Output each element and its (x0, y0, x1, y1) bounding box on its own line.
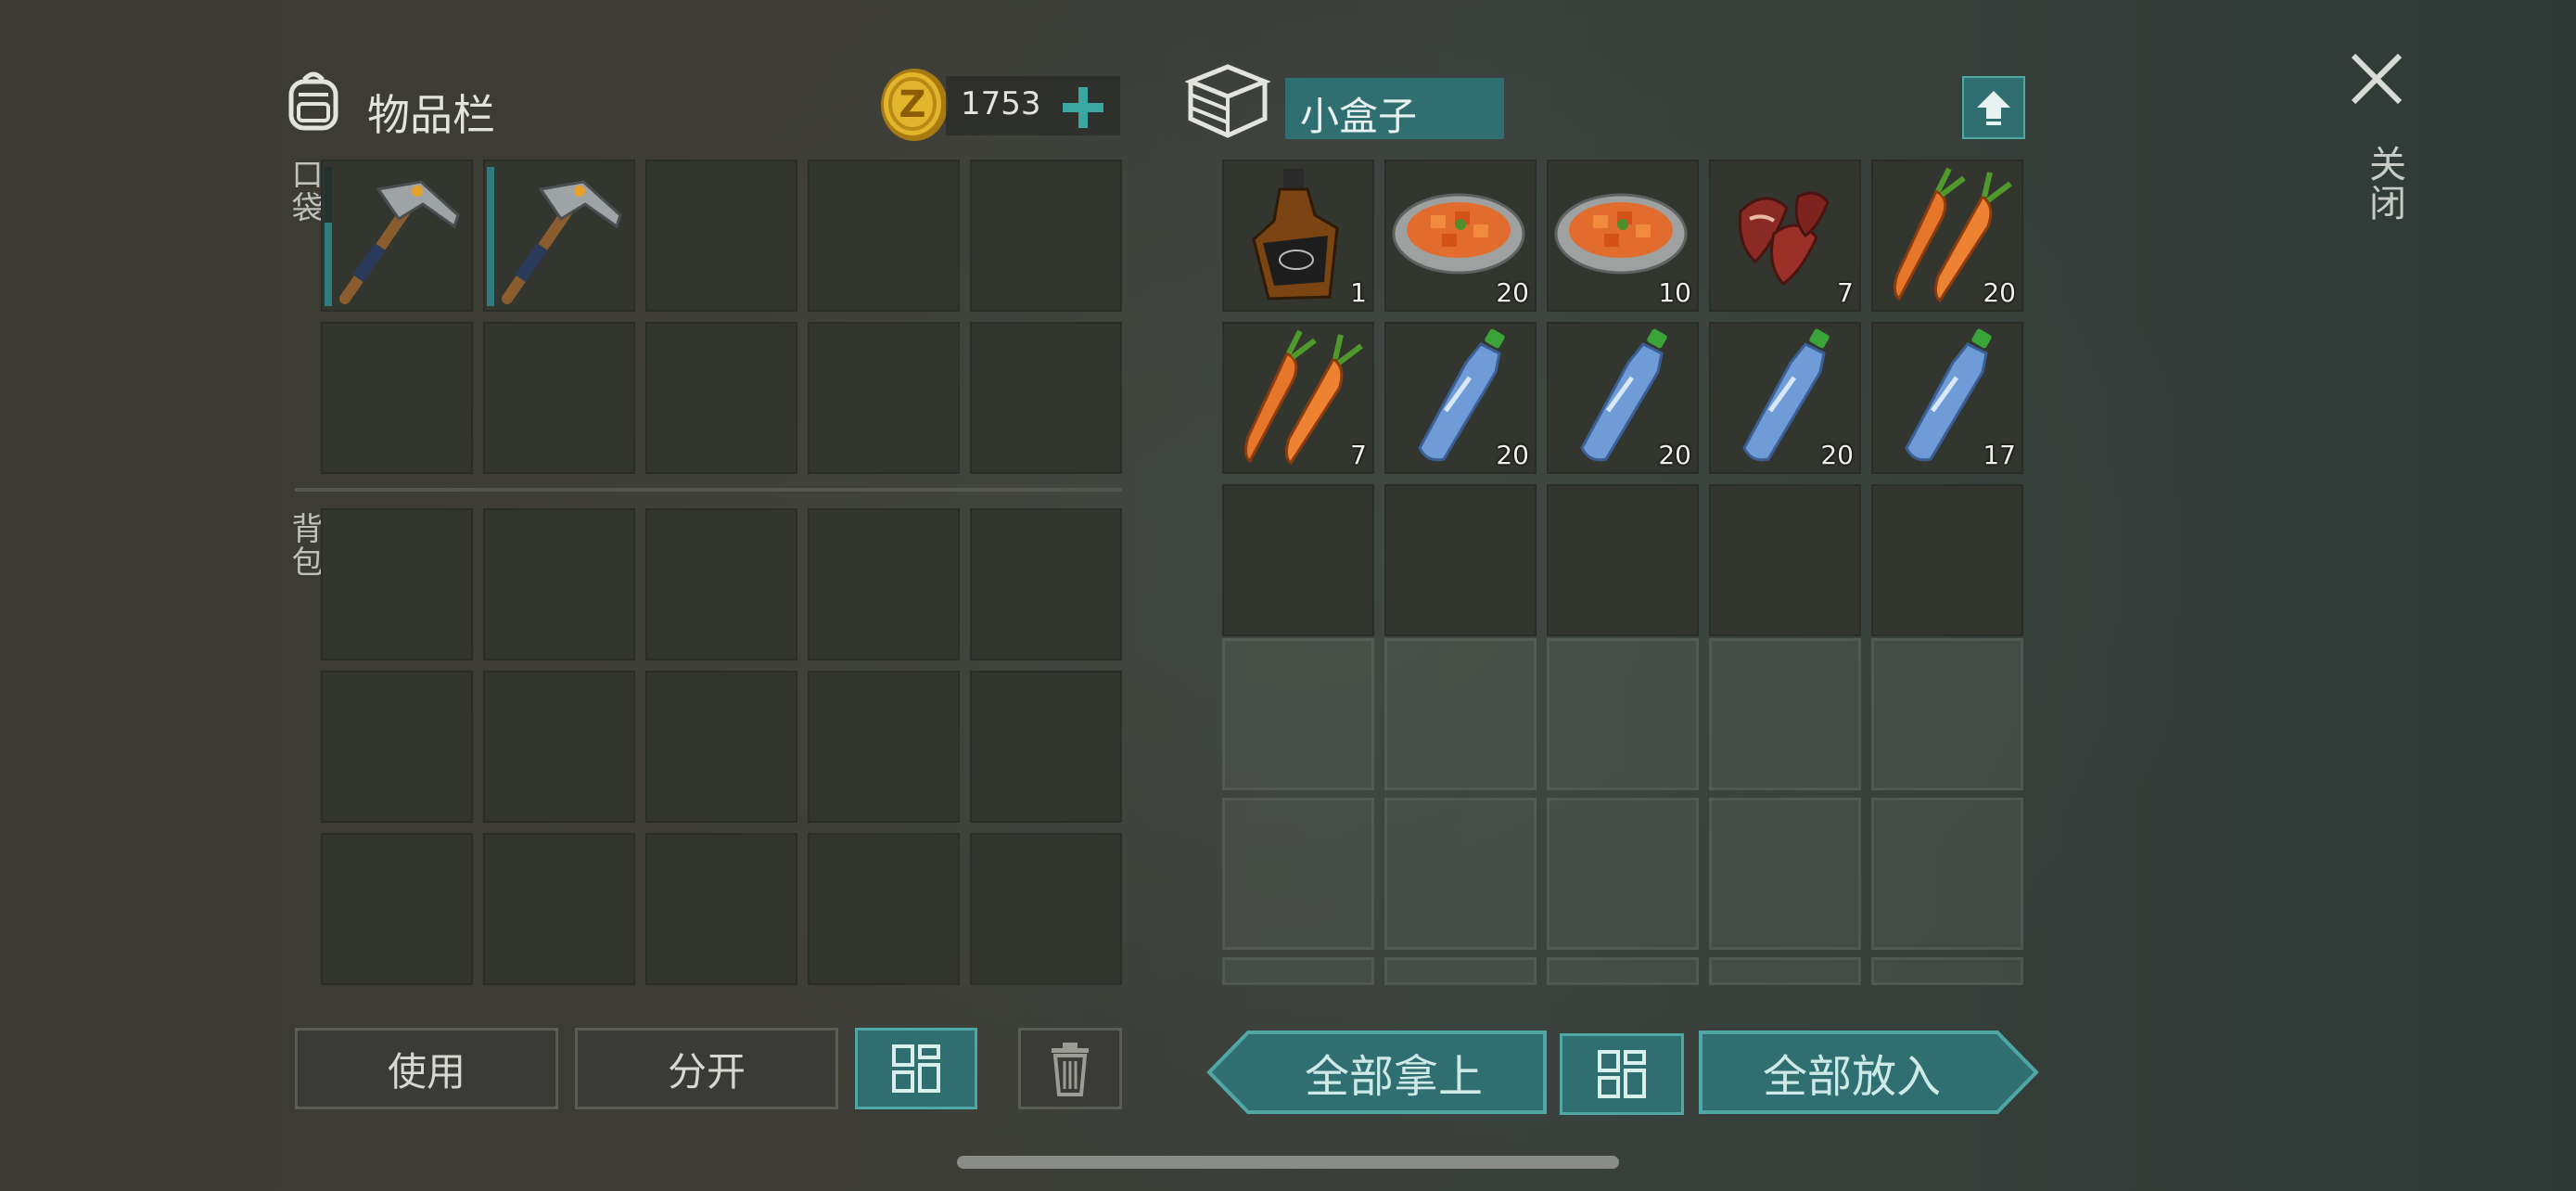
pickaxe-icon (502, 180, 622, 304)
locked-slot (1547, 798, 1699, 950)
container-slot[interactable]: 20 (1384, 322, 1537, 474)
locked-slot (1384, 798, 1537, 950)
container-slot[interactable]: 7 (1222, 322, 1374, 474)
backpack-slot[interactable] (808, 833, 960, 985)
use-button[interactable]: 使用 (295, 1028, 558, 1109)
container-slot[interactable] (1384, 484, 1537, 636)
pocket-slot[interactable] (483, 322, 635, 474)
pocket-slot[interactable] (321, 160, 473, 312)
backpack-slot[interactable] (808, 671, 960, 823)
backpack-slot[interactable] (483, 671, 635, 823)
upload-icon (1977, 91, 2010, 125)
close-button[interactable] (2346, 48, 2407, 109)
coin-icon: Z (879, 67, 950, 143)
locked-slot (1871, 957, 2023, 985)
container-slot[interactable]: 20 (1709, 322, 1861, 474)
put-all-label: 全部放入 (1762, 1051, 1941, 1103)
locked-slot (1871, 798, 2023, 950)
sort-icon (1598, 1050, 1646, 1098)
container-slot[interactable]: 20 (1547, 322, 1699, 474)
backpack-icon (280, 67, 347, 134)
backpack-slot[interactable] (970, 671, 1122, 823)
pocket-slot[interactable] (645, 160, 797, 312)
container-slot[interactable]: 1 (1222, 160, 1374, 312)
backpack-slot[interactable] (321, 833, 473, 985)
container-name: 小盒子 (1300, 94, 1418, 139)
item-count: 20 (1658, 440, 1691, 470)
locked-slot (1384, 638, 1537, 790)
box-icon (1184, 61, 1271, 141)
coin-balance: 1753 (961, 85, 1041, 122)
item-count: 7 (1350, 440, 1367, 470)
add-coins-button[interactable] (1057, 82, 1109, 134)
backpack-slot[interactable] (321, 508, 473, 660)
take-all-button[interactable]: 全部拿上 (1205, 1030, 1549, 1115)
pocket-slot[interactable] (321, 322, 473, 474)
item-count: 17 (1983, 440, 2016, 470)
locked-slot (1222, 957, 1374, 985)
backpack-slot[interactable] (483, 508, 635, 660)
pocket-slot[interactable] (808, 322, 960, 474)
container-slot[interactable]: 20 (1384, 160, 1537, 312)
trash-button[interactable] (1018, 1028, 1122, 1109)
item-count: 20 (1820, 440, 1854, 470)
container-slot[interactable]: 10 (1547, 160, 1699, 312)
locked-slot (1547, 957, 1699, 985)
item-count: 7 (1837, 277, 1854, 308)
sort-icon (892, 1044, 940, 1093)
trash-icon (1052, 1043, 1089, 1096)
pocket-slot[interactable] (483, 160, 635, 312)
section-divider (295, 488, 1122, 492)
locked-slot (1222, 798, 1374, 950)
pocket-slot[interactable] (970, 160, 1122, 312)
backpack-slot[interactable] (321, 671, 473, 823)
item-count: 20 (1496, 277, 1529, 308)
locked-slot (1709, 638, 1861, 790)
item-count: 1 (1350, 277, 1367, 308)
backpack-slot[interactable] (645, 833, 797, 985)
locked-slot (1871, 638, 2023, 790)
backpack-slot[interactable] (808, 508, 960, 660)
pocket-slot[interactable] (970, 322, 1122, 474)
item-count: 10 (1658, 277, 1691, 308)
container-slot[interactable]: 20 (1871, 160, 2023, 312)
item-count: 20 (1496, 440, 1529, 470)
item-count: 20 (1983, 277, 2016, 308)
put-all-button[interactable]: 全部放入 (1697, 1030, 2040, 1115)
container-slot[interactable]: 17 (1871, 322, 2023, 474)
sort-inventory-button[interactable] (855, 1028, 977, 1109)
svg-text:Z: Z (899, 83, 925, 126)
backpack-slot[interactable] (645, 508, 797, 660)
container-slot[interactable]: 7 (1709, 160, 1861, 312)
backpack-slot[interactable] (970, 508, 1122, 660)
container-slot[interactable] (1547, 484, 1699, 636)
sort-container-button[interactable] (1560, 1033, 1684, 1115)
locked-slot (1384, 957, 1537, 985)
backpack-slot[interactable] (483, 833, 635, 985)
close-label[interactable]: 关闭 (2357, 145, 2411, 223)
split-button[interactable]: 分开 (575, 1028, 838, 1109)
container-slot[interactable] (1709, 484, 1861, 636)
upload-button[interactable] (1962, 76, 2025, 139)
locked-slot (1709, 798, 1861, 950)
pocket-slot[interactable] (645, 322, 797, 474)
locked-slot (1709, 957, 1861, 985)
pickaxe-icon (339, 180, 460, 304)
container-slot[interactable] (1871, 484, 2023, 636)
pocket-slot[interactable] (808, 160, 960, 312)
take-all-label: 全部拿上 (1304, 1051, 1483, 1103)
close-icon (2351, 53, 2403, 105)
inventory-title: 物品栏 (367, 90, 495, 140)
container-slot[interactable] (1222, 484, 1374, 636)
backpack-slot[interactable] (970, 833, 1122, 985)
locked-slot (1222, 638, 1374, 790)
home-indicator (957, 1156, 1619, 1169)
locked-slot (1547, 638, 1699, 790)
backpack-slot[interactable] (645, 671, 797, 823)
